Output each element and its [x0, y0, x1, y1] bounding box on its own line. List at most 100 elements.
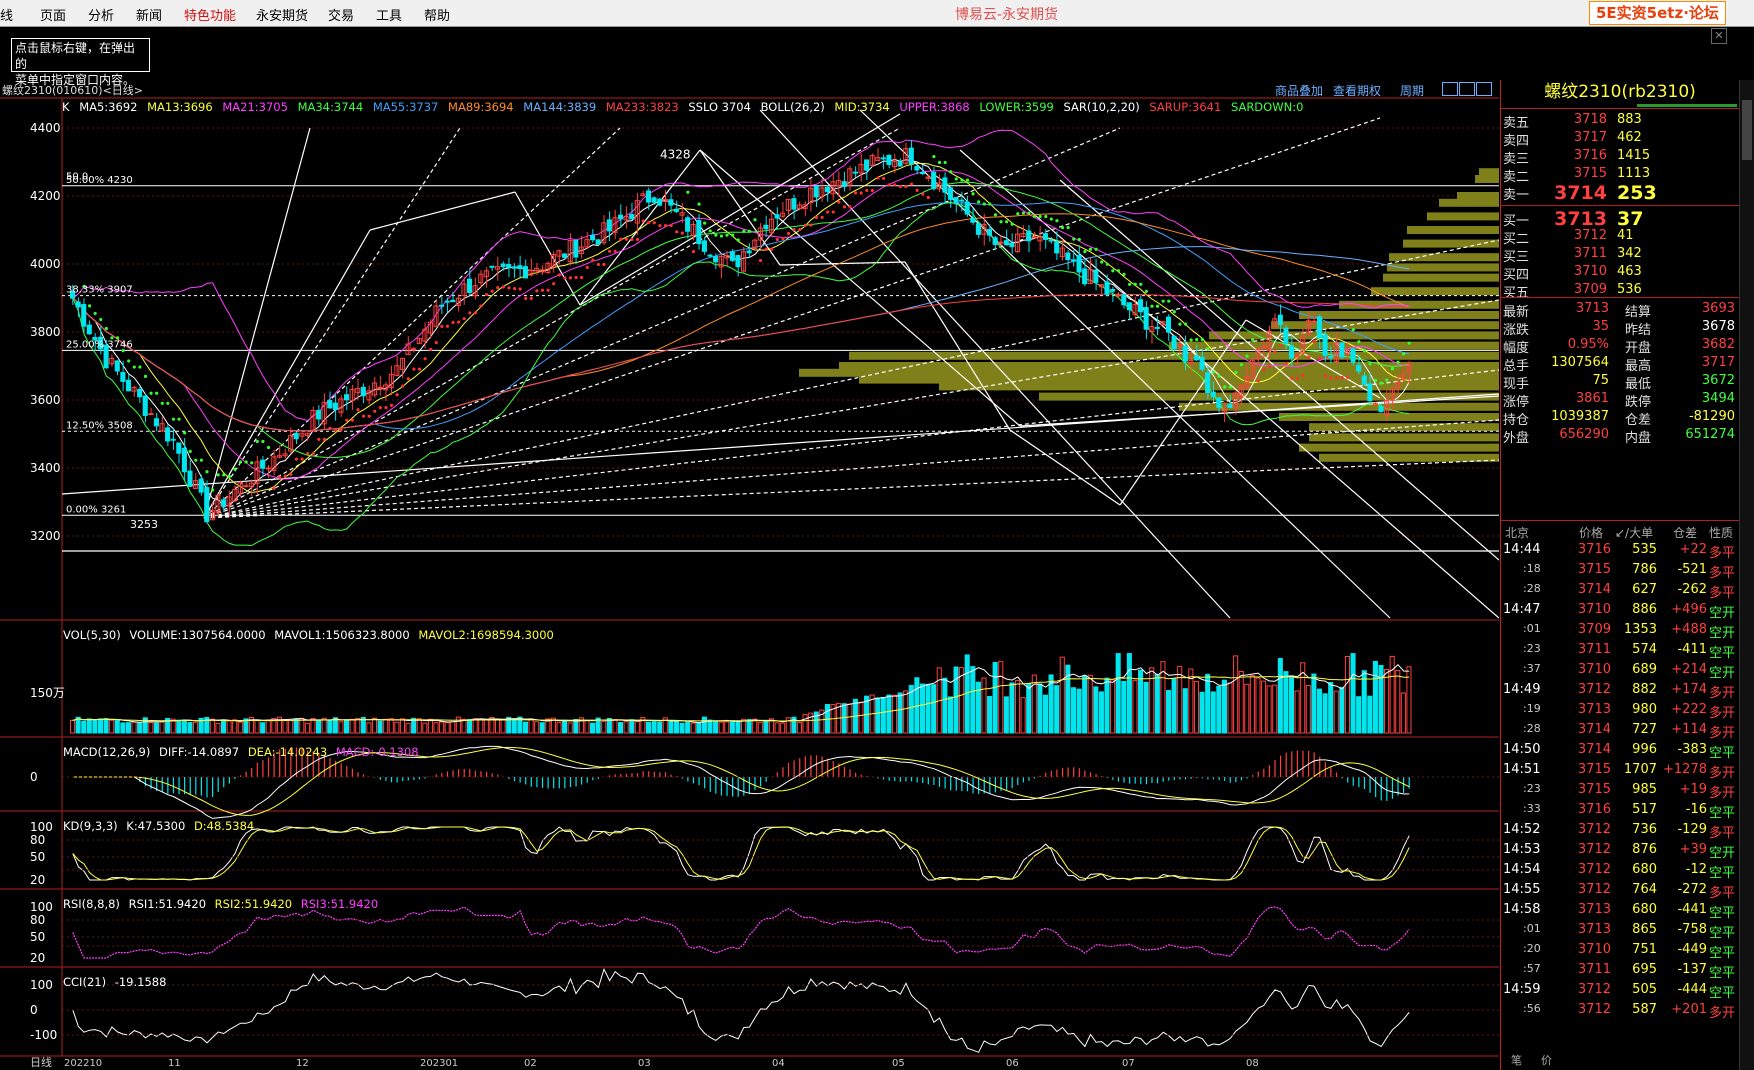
- volume-bar: [1350, 653, 1356, 734]
- rsi2-value: RSI2:51.9420: [214, 897, 293, 911]
- candle-body: [880, 157, 886, 160]
- tab-price[interactable]: 价: [1541, 1052, 1552, 1068]
- bid-price: 3711: [1573, 246, 1607, 261]
- volume-bar: [1316, 688, 1323, 734]
- volume-bar: [617, 722, 624, 734]
- sar-dot: [669, 223, 673, 228]
- tick-nature: 空开: [1709, 626, 1736, 641]
- sar-dot: [1374, 378, 1378, 382]
- menu-item-line[interactable]: 线: [0, 5, 13, 24]
- sar-dot: [512, 287, 517, 291]
- tick-time: :57: [1523, 962, 1541, 975]
- tick-time: :28: [1523, 722, 1541, 735]
- candle-body: [75, 301, 81, 308]
- menu-item-analysis[interactable]: 分析: [88, 5, 114, 24]
- tick-time: :01: [1523, 922, 1541, 935]
- stat-row: 涨停 3861 跌停 3494: [1501, 389, 1739, 410]
- tick-oi-change: -272: [1677, 882, 1707, 897]
- sar-dot: [1021, 211, 1025, 215]
- candle-body: [170, 438, 176, 441]
- menu-item-yongan[interactable]: 永安期货: [256, 5, 308, 24]
- sar-dot: [155, 391, 159, 395]
- sar-dot: [1295, 376, 1299, 381]
- sar-dot: [1016, 212, 1020, 216]
- candle-body: [1193, 355, 1200, 361]
- tick-price: 3712: [1577, 682, 1611, 697]
- volume-bar: [288, 719, 294, 734]
- sar-dot: [960, 178, 964, 182]
- sar-dot: [697, 202, 701, 206]
- sar-dot: [440, 324, 444, 328]
- sar-dot: [775, 237, 779, 242]
- tick-price: 3714: [1577, 582, 1611, 597]
- sar-dot: [194, 458, 198, 462]
- volume-bar: [1143, 681, 1149, 734]
- sar-dot: [183, 431, 187, 435]
- sar-dot: [837, 200, 841, 204]
- volume-bar: [125, 722, 132, 734]
- tick-price: 3712: [1577, 842, 1611, 857]
- sar-dot: [1379, 381, 1383, 385]
- tick-oi-change: -521: [1677, 562, 1707, 577]
- sar-dot: [1155, 304, 1160, 308]
- volume-bar: [1104, 677, 1110, 734]
- sar-dot: [1183, 322, 1188, 326]
- tick-nature: 多平: [1709, 826, 1736, 841]
- tick-row: 14:51 3715 1707 +1278 多开: [1501, 760, 1739, 781]
- ask-price: 3715: [1573, 166, 1607, 181]
- k-value: K:47.5300: [126, 819, 186, 833]
- volume-bar: [1059, 656, 1065, 734]
- volume-bar: [528, 718, 534, 734]
- candle-body: [953, 197, 959, 203]
- kd-axis-label: 20: [30, 873, 45, 887]
- volume-bar: [1238, 670, 1244, 734]
- tick-time: :20: [1523, 942, 1541, 955]
- bid-volume: 463: [1617, 264, 1642, 279]
- close-icon[interactable]: ✕: [1711, 28, 1727, 44]
- sar-dot: [1239, 363, 1244, 367]
- menu-item-news[interactable]: 新闻: [136, 5, 162, 24]
- sar-dot: [1122, 272, 1126, 276]
- menu-item-help[interactable]: 帮助: [424, 5, 450, 24]
- sar-dot: [373, 409, 377, 413]
- volume-bar: [891, 694, 898, 734]
- menu-item-trade[interactable]: 交易: [328, 5, 354, 24]
- volume-bar: [612, 719, 618, 734]
- sar-dot: [792, 227, 796, 232]
- volume-bar: [282, 718, 288, 734]
- volume-bar: [925, 683, 931, 734]
- rsi1-value: RSI1:51.9420: [128, 897, 207, 911]
- candle-body: [142, 395, 148, 416]
- tick-price: 3712: [1577, 1002, 1611, 1017]
- sar-dot: [949, 170, 953, 174]
- tick-nature: 多平: [1709, 886, 1736, 901]
- sar-dot: [127, 359, 131, 363]
- rsi-line: [72, 906, 1410, 959]
- volume-bar: [690, 722, 696, 734]
- tick-time: 14:47: [1503, 602, 1541, 617]
- d-value: D:48.5384: [193, 819, 255, 833]
- volume-bar: [1070, 687, 1076, 734]
- menu-item-page[interactable]: 页面: [40, 5, 66, 24]
- scrollbar[interactable]: [1739, 80, 1754, 1070]
- volume-bar: [886, 694, 892, 734]
- candle-body: [1126, 302, 1132, 311]
- volume-bar: [763, 720, 769, 734]
- volume-profile-bar: [1319, 453, 1499, 462]
- candle-body: [411, 348, 417, 351]
- time-axis-label: 04: [772, 1058, 785, 1069]
- scrollbar-thumb[interactable]: [1742, 100, 1752, 160]
- menu-item-features[interactable]: 特色功能: [184, 5, 236, 24]
- kline-chart[interactable]: 4400420040003800360034003200 50.00% 4230…: [0, 80, 1499, 1070]
- sar-dot: [937, 160, 942, 165]
- time-axis-label: 08: [1246, 1058, 1259, 1069]
- tab-ticks[interactable]: 笔: [1511, 1052, 1522, 1068]
- sar-dot: [1077, 237, 1081, 242]
- sar-dot: [764, 247, 768, 251]
- candle-body: [81, 303, 87, 327]
- candle-body: [511, 266, 517, 269]
- volume-bar: [137, 722, 143, 734]
- menu-item-tools[interactable]: 工具: [376, 5, 402, 24]
- sar-dot: [462, 317, 466, 321]
- sar-dot: [848, 205, 852, 209]
